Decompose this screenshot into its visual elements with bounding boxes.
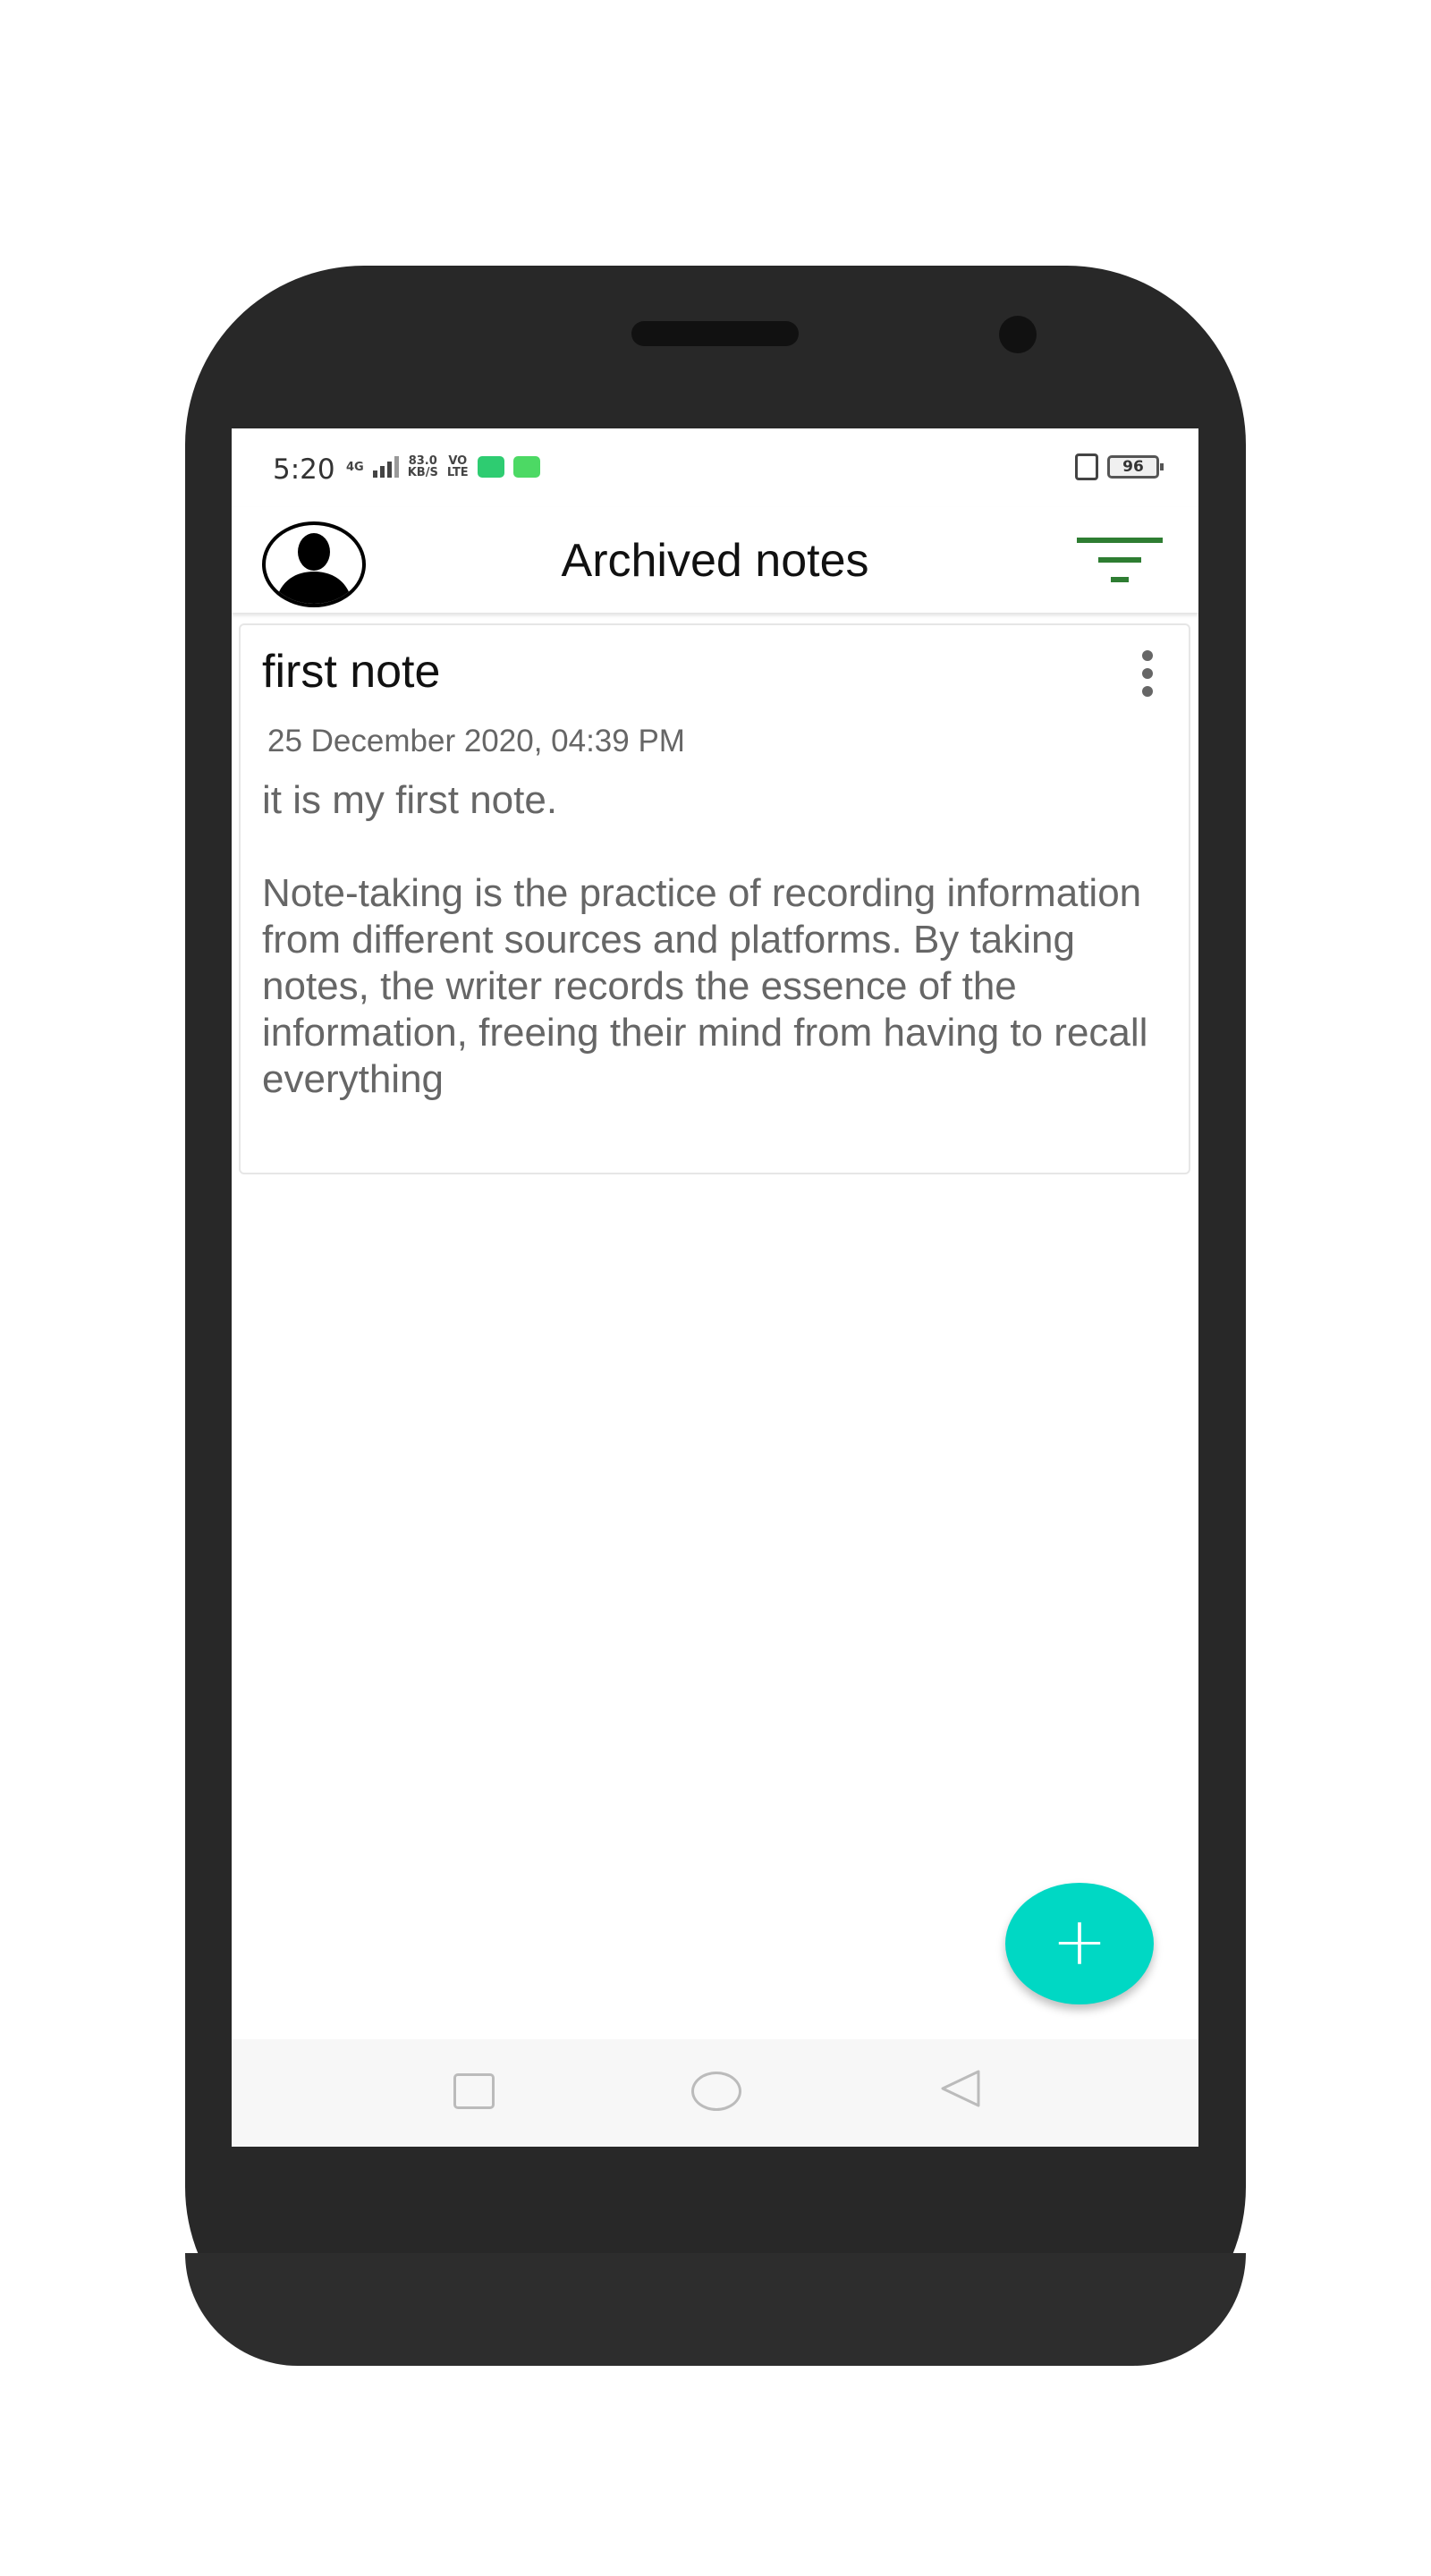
home-icon[interactable] [691, 2072, 741, 2111]
app-screen: 5:20 4G 83.0 KB/S VO LTE 96 Archived not… [232, 428, 1198, 2147]
notification-app-icon [477, 456, 504, 478]
note-card[interactable]: first note 25 December 2020, 04:39 PM it… [239, 623, 1190, 1174]
status-left-icons: 4G 83.0 KB/S VO LTE [346, 455, 540, 479]
vibrate-icon [1075, 453, 1098, 480]
battery-icon: 96 [1107, 455, 1164, 479]
phone-chin [185, 2253, 1246, 2366]
status-time: 5:20 [273, 453, 335, 486]
more-options-icon[interactable] [1140, 650, 1155, 697]
signal-icon [372, 456, 399, 478]
note-title: first note [262, 646, 441, 698]
filter-icon[interactable] [1077, 527, 1163, 591]
status-bar: 5:20 4G 83.0 KB/S VO LTE 96 [232, 428, 1198, 507]
note-timestamp: 25 December 2020, 04:39 PM [267, 724, 685, 758]
phone-speaker [631, 321, 799, 346]
system-nav-bar [232, 2039, 1198, 2147]
back-icon[interactable] [937, 2068, 982, 2109]
page-title: Archived notes [561, 535, 869, 587]
notification-link-icon [512, 456, 540, 478]
add-note-button[interactable]: + [1005, 1883, 1154, 2004]
network-type-label: 4G [346, 460, 364, 474]
data-speed: 83.0 KB/S [407, 454, 438, 479]
app-bar: Archived notes [232, 507, 1198, 613]
volte-indicator: VO LTE [446, 454, 469, 479]
recents-icon[interactable] [453, 2073, 495, 2109]
phone-camera [999, 316, 1037, 353]
status-right-icons: 96 [1075, 453, 1164, 480]
note-body: it is my first note. Note-taking is the … [262, 778, 1148, 1101]
